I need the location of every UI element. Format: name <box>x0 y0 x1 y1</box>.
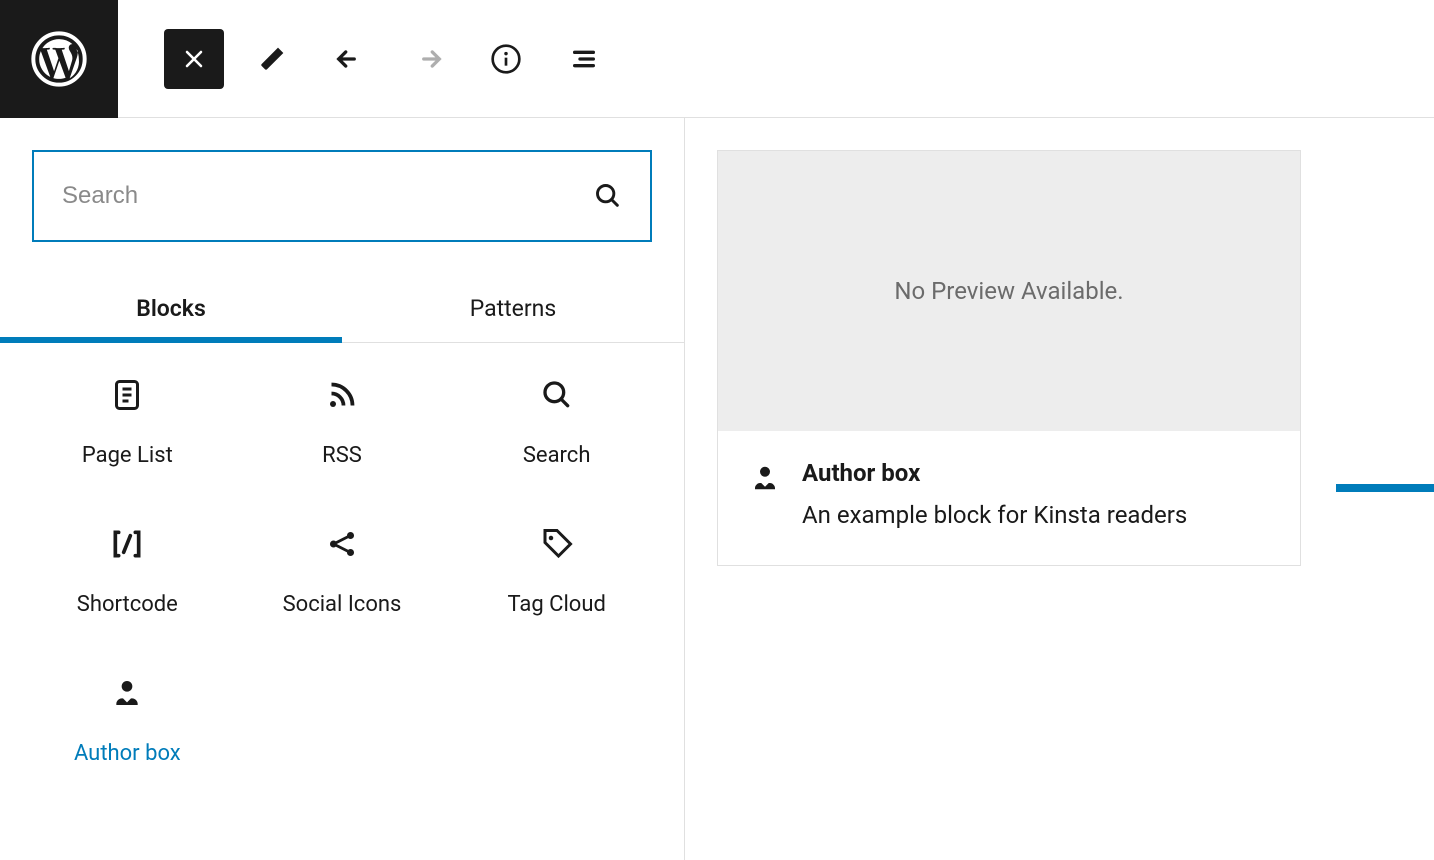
outline-button[interactable] <box>554 29 614 89</box>
preview-panel: No Preview Available. Author box An exam… <box>685 118 1434 860</box>
wordpress-icon <box>31 31 87 87</box>
top-toolbar <box>0 0 1434 118</box>
author-icon <box>111 677 143 709</box>
inserter-tabs: Blocks Patterns <box>0 274 684 343</box>
share-icon <box>325 527 359 561</box>
block-label: Author box <box>74 741 181 766</box>
author-icon <box>750 463 780 493</box>
redo-button <box>398 29 458 89</box>
preview-block-icon <box>750 459 780 497</box>
editor-layout: Blocks Patterns Page List RSS Search Sho… <box>0 118 1434 860</box>
preview-info: Author box An example block for Kinsta r… <box>718 431 1300 565</box>
info-button[interactable] <box>476 29 536 89</box>
search-input[interactable] <box>62 182 594 210</box>
block-tag-cloud[interactable]: Tag Cloud <box>449 496 664 645</box>
close-inserter-button[interactable] <box>164 29 224 89</box>
search-container <box>0 118 684 274</box>
block-label: Page List <box>82 443 173 468</box>
block-rss[interactable]: RSS <box>235 347 450 496</box>
search-box[interactable] <box>32 150 652 242</box>
list-icon <box>568 43 600 75</box>
block-inserter-panel: Blocks Patterns Page List RSS Search Sho… <box>0 118 685 860</box>
shortcode-icon <box>107 524 147 564</box>
undo-icon <box>333 42 367 76</box>
block-label: Search <box>523 443 591 468</box>
block-page-list[interactable]: Page List <box>20 347 235 496</box>
close-icon <box>180 45 208 73</box>
block-social-icons[interactable]: Social Icons <box>235 496 450 645</box>
toolbar-buttons <box>118 29 614 89</box>
info-icon <box>490 43 522 75</box>
block-label: Shortcode <box>77 592 178 617</box>
tab-blocks[interactable]: Blocks <box>0 274 342 342</box>
preview-title: Author box <box>802 459 1187 487</box>
block-search[interactable]: Search <box>449 347 664 496</box>
preview-card: No Preview Available. Author box An exam… <box>717 150 1301 566</box>
tag-icon <box>539 526 575 562</box>
block-shortcode[interactable]: Shortcode <box>20 496 235 645</box>
edit-button[interactable] <box>242 29 302 89</box>
search-icon <box>541 379 573 411</box>
block-label: Tag Cloud <box>507 592 605 617</box>
preview-placeholder: No Preview Available. <box>718 151 1300 431</box>
blocks-grid: Page List RSS Search Shortcode Social Ic… <box>0 343 684 794</box>
block-label: RSS <box>322 443 362 468</box>
preview-description: An example block for Kinsta readers <box>802 501 1187 529</box>
tab-patterns[interactable]: Patterns <box>342 274 684 342</box>
accent-bar <box>1336 484 1434 492</box>
rss-icon <box>324 377 360 413</box>
redo-icon <box>411 42 445 76</box>
wordpress-logo[interactable] <box>0 0 118 118</box>
pencil-icon <box>256 43 288 75</box>
undo-button[interactable] <box>320 29 380 89</box>
search-icon <box>594 182 622 210</box>
page-list-icon <box>109 377 145 413</box>
block-author-box[interactable]: Author box <box>20 645 235 794</box>
block-label: Social Icons <box>283 592 402 617</box>
